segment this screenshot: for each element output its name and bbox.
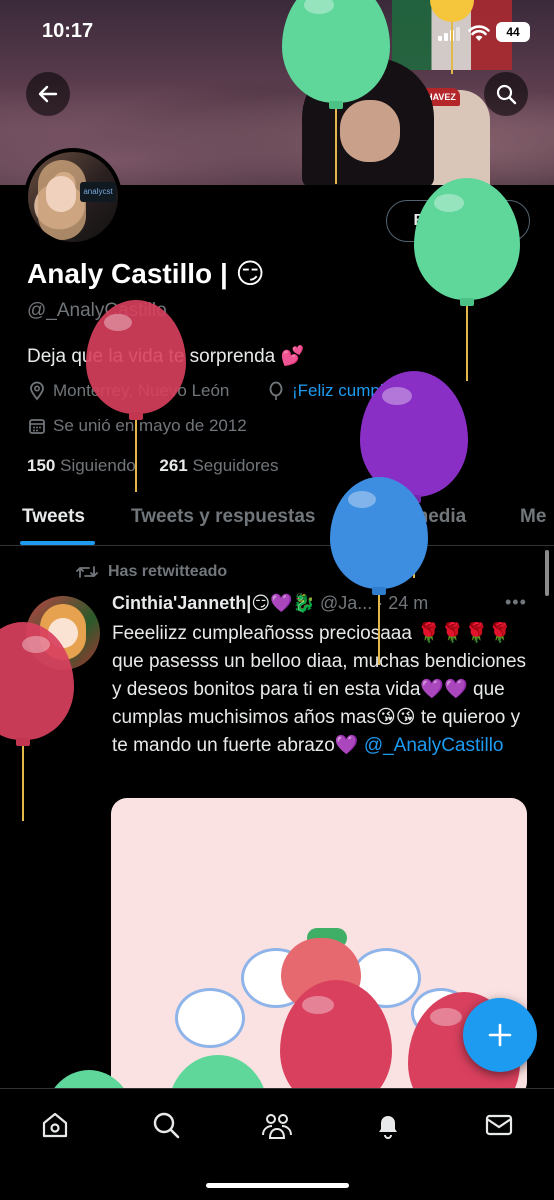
balloon-green-top bbox=[282, 0, 390, 188]
calendar-icon bbox=[29, 419, 45, 434]
balloon-green-right bbox=[414, 178, 520, 383]
balloon-red-bottom-left bbox=[0, 622, 74, 822]
status-time: 10:17 bbox=[42, 20, 94, 42]
balloon-red-left bbox=[86, 300, 186, 495]
tweet-mention[interactable]: @_AnalyCastillo bbox=[364, 735, 504, 756]
nav-home[interactable] bbox=[37, 1107, 73, 1143]
avatar-face bbox=[46, 176, 76, 212]
tweet-author-name[interactable]: Cinthia'Janneth|😏💜🐉 bbox=[112, 593, 315, 613]
avatar-sign: analycst bbox=[80, 182, 116, 202]
nav-communities[interactable] bbox=[259, 1107, 295, 1143]
home-indicator[interactable] bbox=[206, 1183, 349, 1188]
following-count: 150 bbox=[27, 456, 56, 475]
location-pin-icon bbox=[30, 381, 44, 401]
search-icon bbox=[153, 1112, 180, 1139]
search-button[interactable] bbox=[484, 72, 528, 116]
search-icon bbox=[496, 84, 517, 105]
tab-likes[interactable]: Me bbox=[520, 506, 546, 528]
communities-icon bbox=[262, 1114, 292, 1139]
nav-messages[interactable] bbox=[481, 1107, 517, 1143]
compose-tweet-button[interactable] bbox=[463, 998, 537, 1072]
tab-tweets-replies[interactable]: Tweets y respuestas bbox=[131, 506, 315, 528]
active-tab-indicator bbox=[20, 541, 95, 545]
tweet-text: Feeeliizz cumpleañosss preciosaaa 🌹🌹🌹🌹 q… bbox=[112, 620, 532, 760]
scrollbar[interactable] bbox=[545, 550, 549, 596]
home-icon bbox=[42, 1112, 68, 1138]
profile-name: Analy Castillo | 😏 bbox=[27, 258, 265, 289]
profile-tabs: Tweets Tweets y respuestas Multimedia Me bbox=[0, 490, 554, 546]
tweet-more-icon[interactable]: ••• bbox=[505, 592, 527, 613]
balloon-icon bbox=[269, 381, 283, 400]
balloon-yellow-top bbox=[430, 0, 474, 98]
nav-search[interactable] bbox=[148, 1107, 184, 1143]
plus-icon bbox=[488, 1023, 512, 1047]
back-button[interactable] bbox=[26, 72, 70, 116]
balloon-blue bbox=[330, 477, 428, 667]
image-cloud bbox=[175, 988, 245, 1048]
retweet-icon bbox=[76, 566, 98, 578]
balloon-red-bottom bbox=[280, 980, 392, 1110]
tab-tweets[interactable]: Tweets bbox=[22, 506, 85, 528]
nav-notifications[interactable] bbox=[370, 1107, 406, 1143]
mail-icon bbox=[485, 1114, 513, 1136]
back-arrow-icon bbox=[38, 85, 58, 103]
retweet-label: Has retwitteado bbox=[108, 563, 228, 580]
bell-icon bbox=[379, 1116, 397, 1139]
retweet-indicator: Has retwitteado bbox=[76, 563, 227, 581]
followers-label: Seguidores bbox=[192, 456, 279, 475]
battery-indicator: 44 bbox=[496, 22, 530, 42]
profile-avatar[interactable]: analycst bbox=[24, 148, 122, 246]
